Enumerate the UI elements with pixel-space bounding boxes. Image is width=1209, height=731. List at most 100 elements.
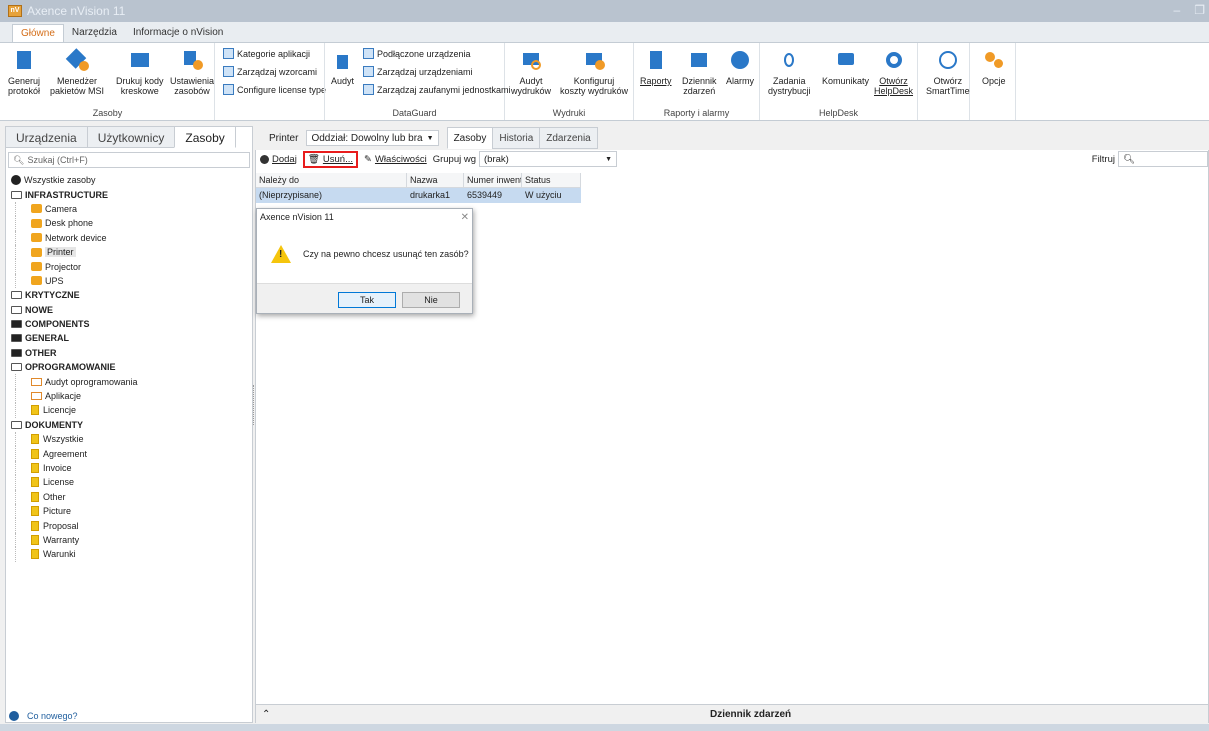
generuj-protokol-button[interactable]: Generuj protokół — [8, 49, 40, 96]
tab-urzadzenia[interactable]: Urządzenia — [5, 126, 88, 148]
tree-item[interactable]: UPS — [15, 273, 138, 289]
tree-item[interactable]: COMPONENTS — [11, 317, 138, 331]
app-logo-icon: nV — [8, 5, 22, 17]
komunikaty-button[interactable]: Komunikaty — [822, 49, 869, 86]
tree-item[interactable]: Camera — [15, 201, 138, 217]
col-header-numer[interactable]: Numer inwenta — [464, 173, 522, 188]
tree-item-label: Picture — [43, 506, 72, 517]
alarmy-button[interactable]: Alarmy — [726, 49, 754, 86]
dialog-titlebar: Axence nVision 11 ✕ — [257, 209, 472, 225]
tab-uzytkownicy[interactable]: Użytkownicy — [86, 126, 176, 148]
tree-item[interactable]: Desk phone — [15, 216, 138, 231]
tree-item[interactable]: Wszystkie — [15, 432, 138, 447]
oddzial-dropdown[interactable]: Oddział: Dowolny lub bra ▼ — [306, 130, 439, 146]
raporty-button[interactable]: Raporty — [640, 49, 672, 86]
document-icon — [31, 463, 39, 473]
cell-status: W użyciu — [525, 190, 562, 200]
zaufane-label: Zarządzaj zaufanymi jednostkami — [377, 84, 511, 95]
expand-icon[interactable]: ⌃ — [262, 709, 270, 720]
tree-item[interactable]: OPROGRAMOWANIE — [11, 360, 138, 374]
ribbon-tab-narzedzia[interactable]: Narzędzia — [64, 24, 125, 42]
tab-zdarzenia[interactable]: Zdarzenia — [539, 127, 598, 149]
tree-item[interactable]: GENERAL — [11, 331, 138, 345]
tree-item[interactable]: Wszystkie zasoby — [11, 173, 138, 187]
podlaczone-urzadzenia-button[interactable]: Podłączone urządzenia — [363, 48, 471, 59]
dziennik-label: Dziennik zdarzeń — [682, 76, 717, 96]
tree-item[interactable]: OTHER — [11, 346, 138, 360]
tree-item[interactable]: INFRASTRUCTURE — [11, 187, 138, 201]
zaufane-jednostki-button[interactable]: Zarządzaj zaufanymi jednostkami — [363, 84, 511, 95]
zarzadzaj-urzadzeniami-button[interactable]: Zarządzaj urządzeniami — [363, 66, 473, 77]
col-header-nalezy[interactable]: Należy do — [256, 173, 407, 188]
tree-item[interactable]: Agreement — [15, 446, 138, 461]
drukuj-kody-button[interactable]: Drukuj kody kreskowe — [116, 49, 164, 96]
tree-item-label: GENERAL — [25, 333, 70, 344]
print-audit-icon — [520, 49, 542, 71]
otworz-helpdesk-button[interactable]: Otwórz HelpDesk — [874, 49, 913, 96]
breadcrumb: Printer — [269, 132, 299, 144]
otworz-smarttime-button[interactable]: Otwórz SmartTime — [926, 49, 970, 96]
menedzer-msi-button[interactable]: Menedżer pakietów MSI — [50, 48, 104, 96]
tree-item[interactable]: Printer — [15, 244, 138, 260]
asset-settings-icon — [181, 49, 204, 71]
tree-item[interactable]: Licencje — [15, 403, 138, 418]
ustawienia-zasobow-button[interactable]: Ustawienia zasobów — [170, 49, 214, 96]
audyt-wydrukow-button[interactable]: Audyt wydruków — [511, 49, 551, 96]
filter-input[interactable]: 🔍︎ — [1118, 151, 1208, 167]
restore-icon[interactable]: ❐ — [1194, 3, 1205, 17]
col-header-nazwa[interactable]: Nazwa — [407, 173, 464, 188]
search-icon: 🔍︎ — [13, 154, 25, 165]
tree-item[interactable]: Warranty — [15, 532, 138, 548]
tree-item[interactable]: Proposal — [15, 518, 138, 533]
tree-item[interactable]: Aplikacje — [15, 388, 138, 404]
co-nowego-link[interactable]: Co nowego? — [5, 708, 253, 723]
dodaj-button[interactable]: Dodaj — [260, 154, 297, 165]
tak-button[interactable]: Tak — [338, 292, 396, 308]
cell-nazwa: drukarka1 — [410, 190, 451, 200]
audyt-button[interactable]: Audyt — [331, 49, 354, 86]
document-icon — [31, 405, 39, 416]
tree-item[interactable]: Projector — [15, 259, 138, 274]
tab-zasoby-content[interactable]: Zasoby — [446, 127, 494, 149]
tree-item-label: Aplikacje — [45, 391, 82, 402]
folder-icon — [11, 320, 22, 329]
tree-item-label: DOKUMENTY — [25, 419, 83, 430]
tab-historia[interactable]: Historia — [492, 127, 541, 149]
minimize-icon[interactable]: – — [1174, 3, 1181, 17]
tree-item[interactable]: Invoice — [15, 460, 138, 476]
opcje-button[interactable]: Opcje — [982, 49, 1006, 86]
koszty-wydrukow-button[interactable]: Konfiguruj koszty wydruków — [560, 49, 628, 96]
tree-item-label: Wszystkie zasoby — [24, 175, 96, 186]
raporty-label: Raporty — [640, 76, 672, 86]
tree-item-label: Desk phone — [45, 218, 94, 229]
tree-item[interactable]: License — [15, 475, 138, 490]
tab-zasoby[interactable]: Zasoby — [174, 126, 236, 148]
zadania-dystrybucji-button[interactable]: Zadania dystrybucji — [768, 49, 811, 96]
tree-item[interactable]: DOKUMENTY — [11, 418, 138, 432]
tree-item-label: COMPONENTS — [25, 319, 90, 330]
grupuj-dropdown[interactable]: (brak) ▼ — [479, 151, 618, 167]
wlasciwosci-button[interactable]: ✎ Właściwości — [364, 154, 427, 165]
ribbon-tab-glowne[interactable]: Główne — [12, 24, 64, 42]
dziennik-zdarzen-button[interactable]: Dziennik zdarzeń — [682, 49, 717, 96]
ribbon-group-dataguard: Audyt Podłączone urządzenia Zarządzaj ur… — [325, 43, 511, 120]
table-row[interactable]: (Nieprzypisane) drukarka1 6539449 W użyc… — [256, 188, 581, 203]
tree-item[interactable]: Picture — [15, 503, 138, 519]
tree-item[interactable]: Warunki — [15, 547, 138, 562]
tree-item[interactable]: Network device — [15, 230, 138, 245]
tree-item[interactable]: KRYTYCZNE — [11, 288, 138, 302]
tree-item[interactable]: NOWE — [11, 303, 138, 317]
usun-label: Usuń... — [322, 153, 353, 165]
tree-item[interactable]: Audyt oprogramowania — [15, 374, 138, 389]
usun-button[interactable]: 🗑 Usuń... — [302, 150, 358, 168]
tree-item-label: Agreement — [43, 448, 88, 459]
ribbon-group-raporty: Raporty Dziennik zdarzeń Alarmy Raporty … — [634, 43, 760, 120]
col-header-status[interactable]: Status — [522, 173, 581, 188]
close-icon[interactable]: ✕ — [461, 212, 469, 223]
ribbon-tab-informacje[interactable]: Informacje o nVision — [125, 24, 231, 42]
nie-button[interactable]: Nie — [402, 292, 460, 308]
cell-nalezy: (Nieprzypisane) — [259, 190, 323, 200]
device-icon — [31, 247, 42, 257]
search-input[interactable]: 🔍︎ Szukaj (Ctrl+F) — [8, 152, 250, 168]
tree-item[interactable]: Other — [15, 489, 138, 504]
